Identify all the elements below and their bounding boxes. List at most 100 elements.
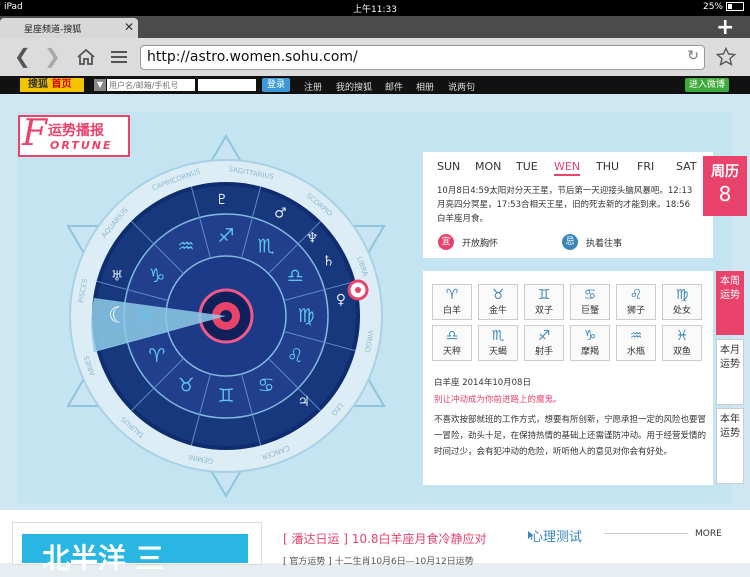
wheel-zodiac-icon[interactable]: ♊ xyxy=(217,385,234,407)
new-tab-button[interactable]: + xyxy=(716,15,734,40)
zodiac-sign-name: 双鱼 xyxy=(672,347,691,357)
weekly-label: 周历 xyxy=(711,164,739,180)
zodiac-sign-button[interactable]: ♋ 巨蟹 xyxy=(570,284,610,320)
planet-glyph-icon: ♄ xyxy=(322,254,335,270)
zodiac-sign-name: 处女 xyxy=(672,306,691,316)
wheel-zodiac-icon[interactable]: ♌ xyxy=(287,345,304,367)
planet-glyph-icon: ♇ xyxy=(216,192,229,208)
my-sohu-link[interactable]: 我的搜狐 xyxy=(336,80,372,93)
zodiac-symbol-icon: ♎ xyxy=(445,328,459,344)
address-bar[interactable]: http://astro.women.sohu.com/ ↻ xyxy=(140,45,705,70)
comments-link[interactable]: 说两句 xyxy=(448,80,475,93)
wheel-zodiac-icon[interactable]: ♋ xyxy=(257,374,274,396)
news-headline[interactable]: [ 潘达日运 ] 10.8白羊座月食冷静应对 xyxy=(283,530,487,547)
wheel-zodiac-icon[interactable]: ♍ xyxy=(297,305,314,327)
tab-weekly-fortune[interactable]: 本周运势 xyxy=(716,271,744,335)
forward-icon[interactable]: ❯ xyxy=(44,46,61,66)
weekly-day: 8 xyxy=(718,182,732,206)
zodiac-heading: 白羊座 2014年10月08日 xyxy=(434,378,531,388)
zodiac-sign-button[interactable]: ♒ 水瓶 xyxy=(616,325,656,361)
sohu-logo-text: 搜狐 xyxy=(28,79,48,90)
browser-tab[interactable]: 星座频道-搜狐 ✕ xyxy=(0,18,138,38)
wheel-zodiac-icon[interactable]: ♒ xyxy=(177,236,194,258)
weibo-button[interactable]: 进入微博 xyxy=(685,78,729,92)
planet-glyph-icon: ♂ xyxy=(274,206,287,222)
wheel-zodiac-icon[interactable]: ♓ xyxy=(137,305,154,327)
zodiac-symbol-icon: ♉ xyxy=(491,287,505,303)
section-divider xyxy=(604,533,688,534)
zodiac-sign-button[interactable]: ♊ 双子 xyxy=(524,284,564,320)
daily-text: 10月8日4:59太阳对分天王星，节后第一天迎接头脑风暴吧。12:13月亮四分冥… xyxy=(437,186,693,224)
zodiac-body: 不喜欢按部就班的工作方式，想要有所创新，宁愿承担一定的风险也要冒一冒险，劲头十足… xyxy=(434,415,707,457)
more-link[interactable]: MORE xyxy=(695,529,722,539)
zodiac-sign-button[interactable]: ♓ 双鱼 xyxy=(662,325,702,361)
psych-test-title[interactable]: 心理测试 xyxy=(530,526,582,545)
login-button[interactable]: 登录 xyxy=(262,78,290,92)
tab-yearly-fortune[interactable]: 本年运势 xyxy=(716,408,744,484)
zodiac-sign-button[interactable]: ♌ 狮子 xyxy=(616,284,656,320)
zodiac-sign-button[interactable]: ♉ 金牛 xyxy=(478,284,518,320)
ji-text: 执着往事 xyxy=(586,239,623,249)
sohu-home-logo[interactable]: 搜狐 首页 xyxy=(20,78,84,92)
bookmark-star-icon[interactable] xyxy=(715,46,737,70)
status-bar: iPad 上午11:33 25% xyxy=(0,0,750,16)
password-input[interactable] xyxy=(198,79,256,91)
reload-icon[interactable]: ↻ xyxy=(687,48,699,64)
zodiac-sign-button[interactable]: ♐ 射手 xyxy=(524,325,564,361)
wheel-zodiac-icon[interactable]: ♉ xyxy=(177,374,194,396)
back-icon[interactable]: ❮ xyxy=(14,46,31,66)
zodiac-sign-name: 双子 xyxy=(534,306,553,316)
thumbnail-banner: 北半洋 三 xyxy=(22,534,248,575)
weekday-tab-wen[interactable]: WEN xyxy=(554,160,581,176)
weekday-tab-sun[interactable]: SUN xyxy=(437,160,460,173)
battery-indicator: 25% xyxy=(703,2,744,12)
username-input[interactable] xyxy=(107,79,195,91)
zodiac-sign-name: 射手 xyxy=(534,347,553,357)
zodiac-sign-button[interactable]: ♈ 白羊 xyxy=(432,284,472,320)
menu-icon[interactable] xyxy=(110,50,128,67)
zodiac-sign-name: 金牛 xyxy=(488,306,507,316)
weekday-tab-tue[interactable]: TUE xyxy=(516,160,538,173)
zodiac-sign-button[interactable]: ♎ 天秤 xyxy=(432,325,472,361)
mail-link[interactable]: 邮件 xyxy=(385,80,403,93)
zodiac-symbol-icon: ♍ xyxy=(675,287,689,303)
wheel-zodiac-icon[interactable]: ♎ xyxy=(287,265,304,287)
zodiac-sign-button[interactable]: ♑ 摩羯 xyxy=(570,325,610,361)
zodiac-wheel[interactable]: CAPRICORNUS SAGITTARIUSSCORPIOLIBRAVIRGOL… xyxy=(40,130,412,502)
zodiac-sign-name: 狮子 xyxy=(626,306,645,316)
wheel-zodiac-icon[interactable]: ♏ xyxy=(257,236,274,258)
zodiac-sign-button[interactable]: ♍ 处女 xyxy=(662,284,702,320)
url-text: http://astro.women.sohu.com/ xyxy=(147,49,358,65)
planet-glyph-icon: ☾ xyxy=(108,304,128,329)
wheel-zodiac-icon[interactable]: ♈ xyxy=(148,345,165,367)
home-icon[interactable] xyxy=(76,48,96,69)
close-tab-icon[interactable]: ✕ xyxy=(124,20,134,34)
yi-badge: 宜 xyxy=(438,234,454,250)
news-subheadline[interactable]: [ 官方运势 ] 十二生肖10月6日—10月12日运势 xyxy=(283,554,474,567)
zodiac-subheading: 别让冲动成为你前进路上的魔鬼。 xyxy=(434,395,562,405)
weekday-tab-thu[interactable]: THU xyxy=(596,160,619,173)
weekday-tab-fri[interactable]: FRI xyxy=(637,160,654,173)
zodiac-sign-name: 巨蟹 xyxy=(580,306,599,316)
zodiac-symbol-icon: ♐ xyxy=(537,328,551,344)
album-link[interactable]: 相册 xyxy=(416,80,434,93)
zodiac-symbol-icon: ♌ xyxy=(629,287,643,303)
zodiac-symbol-icon: ♊ xyxy=(537,287,551,303)
planet-glyph-icon: ♆ xyxy=(306,230,319,246)
account-type-dropdown[interactable]: ▼ xyxy=(94,79,106,91)
zodiac-symbol-icon: ♈ xyxy=(445,287,459,303)
zodiac-symbol-icon: ♏ xyxy=(491,328,505,344)
register-link[interactable]: 注册 xyxy=(304,80,322,93)
wheel-zodiac-icon[interactable]: ♑ xyxy=(148,265,165,287)
battery-percent: 25% xyxy=(702,2,723,12)
tab-title: 星座频道-搜狐 xyxy=(24,25,82,35)
wheel-zodiac-icon[interactable]: ♐ xyxy=(217,225,234,247)
tab-monthly-fortune[interactable]: 本月运势 xyxy=(716,339,744,405)
weekday-tab-sat[interactable]: SAT xyxy=(676,160,697,173)
yi-text: 开放胸怀 xyxy=(462,239,499,249)
zodiac-sign-name: 摩羯 xyxy=(580,347,599,357)
zodiac-sign-button[interactable]: ♏ 天蝎 xyxy=(478,325,518,361)
weekly-calendar-button[interactable]: 周历 8 xyxy=(703,156,747,216)
zodiac-symbol-icon: ♋ xyxy=(583,287,597,303)
weekday-tab-mon[interactable]: MON xyxy=(475,160,501,173)
